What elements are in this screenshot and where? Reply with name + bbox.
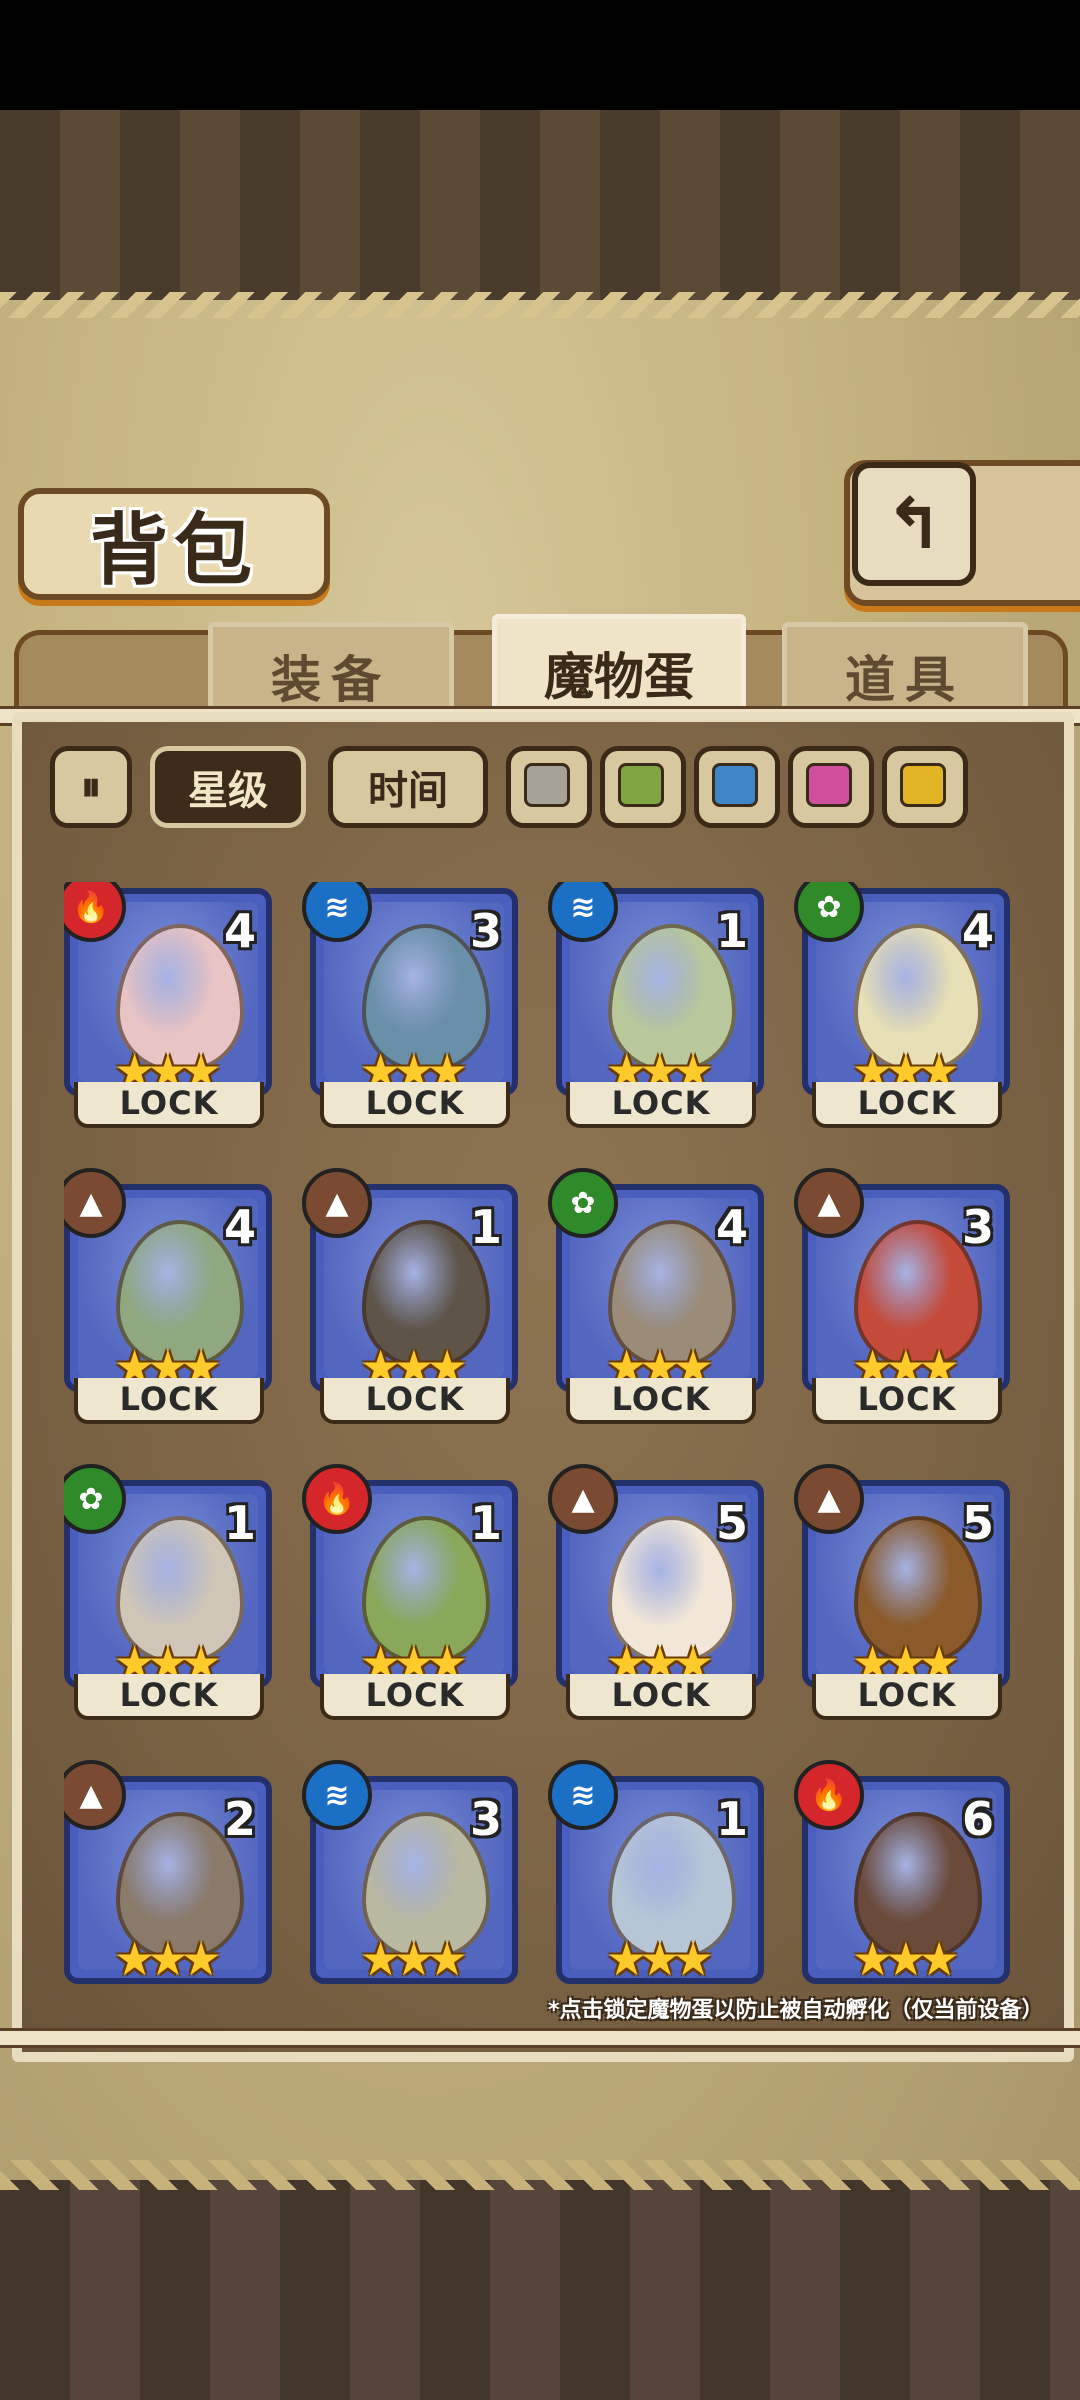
egg-count: 5 [715, 1496, 748, 1550]
tab-monster-eggs-label: 魔物蛋 [544, 648, 694, 706]
torn-edge-bottom [0, 2160, 1080, 2190]
egg-count: 4 [223, 904, 256, 958]
tab-equipment-label: 装备 [271, 651, 391, 709]
egg-grid: 4 ★★★ 🔥 LOCK 3 ★★★ ≋ LOCK 1 ★★★ ≋ LOCK 4 ★★★ ✿ LOCK 4 ★★★… [64, 882, 1024, 1988]
lock-button[interactable]: LOCK [74, 1378, 264, 1424]
sort-by-time-label: 时间 [368, 768, 448, 814]
egg-card[interactable]: 2 ★★★ ▲ [64, 1760, 272, 1988]
egg-card[interactable]: 6 ★★★ 🔥 [794, 1760, 1010, 1988]
lock-button[interactable]: LOCK [812, 1082, 1002, 1128]
sort-by-star-button[interactable]: 星级 [150, 746, 306, 828]
star-rating-icon: ★★★ [360, 1932, 468, 1986]
filter-color-green-button[interactable] [600, 746, 686, 828]
sort-by-star-label: 星级 [188, 768, 268, 814]
egg-count: 1 [469, 1200, 502, 1254]
earth-element-icon: ▲ [302, 1168, 372, 1238]
page-title-plate: 背包 [18, 488, 330, 600]
earth-element-icon: ▲ [794, 1464, 864, 1534]
egg-card[interactable]: 1 ★★★ 🔥 LOCK [302, 1464, 518, 1724]
lock-button[interactable]: LOCK [320, 1082, 510, 1128]
egg-count: 3 [961, 1200, 994, 1254]
lock-button[interactable]: LOCK [566, 1082, 756, 1128]
earth-element-icon: ▲ [548, 1464, 618, 1534]
filter-row: ⏸ 星级 时间 [50, 746, 1030, 828]
egg-card[interactable]: 4 ★★★ ▲ LOCK [64, 1168, 272, 1428]
plant-element-icon: ✿ [548, 1168, 618, 1238]
star-rating-icon: ★★★ [606, 1932, 714, 1986]
egg-count: 3 [469, 904, 502, 958]
view-toggle-button[interactable]: ⏸ [50, 746, 132, 828]
egg-count: 6 [961, 1792, 994, 1846]
color-swatch-icon [712, 763, 758, 807]
lock-button[interactable]: LOCK [566, 1378, 756, 1424]
sort-by-time-button[interactable]: 时间 [328, 746, 488, 828]
egg-count: 1 [715, 1792, 748, 1846]
filter-color-blue-button[interactable] [694, 746, 780, 828]
egg-card[interactable]: 3 ★★★ ▲ LOCK [794, 1168, 1010, 1428]
torn-edge-top [0, 292, 1080, 318]
egg-card[interactable]: 5 ★★★ ▲ LOCK [794, 1464, 1010, 1724]
color-swatch-icon [900, 763, 946, 807]
egg-count: 1 [715, 904, 748, 958]
egg-card[interactable]: 4 ★★★ 🔥 LOCK [64, 882, 272, 1132]
page-title: 背包 [89, 506, 258, 596]
panel-rail-bottom [0, 2028, 1080, 2048]
water-element-icon: ≋ [548, 1760, 618, 1830]
egg-card[interactable]: 3 ★★★ ≋ LOCK [302, 882, 518, 1132]
fire-element-icon: 🔥 [794, 1760, 864, 1830]
egg-card[interactable]: 1 ★★★ ✿ LOCK [64, 1464, 272, 1724]
egg-count: 4 [961, 904, 994, 958]
tab-items-label: 道具 [845, 651, 965, 709]
egg-card[interactable]: 5 ★★★ ▲ LOCK [548, 1464, 764, 1724]
egg-card[interactable]: 4 ★★★ ✿ LOCK [548, 1168, 764, 1428]
water-element-icon: ≋ [302, 1760, 372, 1830]
pause-bars-icon: ⏸ [81, 764, 101, 810]
color-swatch-icon [806, 763, 852, 807]
filter-color-pink-button[interactable] [788, 746, 874, 828]
lock-button[interactable]: LOCK [566, 1674, 756, 1720]
egg-count: 3 [469, 1792, 502, 1846]
lock-button[interactable]: LOCK [812, 1378, 1002, 1424]
egg-card[interactable]: 1 ★★★ ≋ LOCK [548, 882, 764, 1132]
fire-element-icon: 🔥 [302, 1464, 372, 1534]
egg-card[interactable]: 1 ★★★ ▲ LOCK [302, 1168, 518, 1428]
egg-count: 4 [715, 1200, 748, 1254]
filter-color-gray-button[interactable] [506, 746, 592, 828]
back-arrow-icon: ↰ [884, 483, 944, 565]
status-bar [0, 0, 1080, 110]
color-swatch-icon [524, 763, 570, 807]
egg-count: 4 [223, 1200, 256, 1254]
egg-count: 2 [223, 1792, 256, 1846]
egg-count: 5 [961, 1496, 994, 1550]
lock-button[interactable]: LOCK [74, 1674, 264, 1720]
egg-card[interactable]: 4 ★★★ ✿ LOCK [794, 882, 1010, 1132]
filter-color-yellow-button[interactable] [882, 746, 968, 828]
star-rating-icon: ★★★ [114, 1932, 222, 1986]
wood-background-top [0, 110, 1080, 300]
lock-button[interactable]: LOCK [320, 1378, 510, 1424]
earth-element-icon: ▲ [794, 1168, 864, 1238]
lock-button[interactable]: LOCK [74, 1082, 264, 1128]
back-button[interactable]: ↰ [852, 462, 976, 586]
lock-hint-text: *点击锁定魔物蛋以防止被自动孵化（仅当前设备） [548, 1998, 1044, 2023]
color-swatch-icon [618, 763, 664, 807]
star-rating-icon: ★★★ [852, 1932, 960, 1986]
egg-card[interactable]: 1 ★★★ ≋ [548, 1760, 764, 1988]
egg-count: 1 [223, 1496, 256, 1550]
lock-button[interactable]: LOCK [320, 1674, 510, 1720]
egg-count: 1 [469, 1496, 502, 1550]
lock-button[interactable]: LOCK [812, 1674, 1002, 1720]
wood-background-bottom [0, 2180, 1080, 2400]
egg-card[interactable]: 3 ★★★ ≋ [302, 1760, 518, 1988]
